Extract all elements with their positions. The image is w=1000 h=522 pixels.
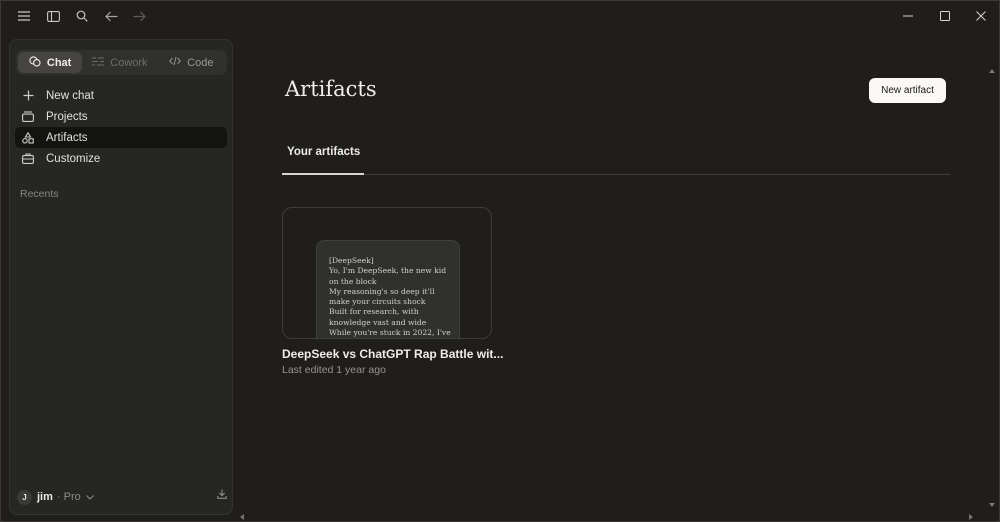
user-menu[interactable]: J jim · Pro bbox=[17, 488, 227, 506]
mode-cowork-label: Cowork bbox=[110, 56, 148, 69]
menu-icon[interactable] bbox=[15, 7, 33, 25]
customize-icon bbox=[21, 152, 35, 166]
preview-line: [DeepSeek] bbox=[329, 256, 374, 265]
search-icon[interactable] bbox=[73, 7, 91, 25]
user-plan: · Pro bbox=[56, 491, 81, 503]
preview-line: Yo, I'm DeepSeek, the new kid bbox=[329, 266, 447, 276]
tabs-divider bbox=[282, 174, 950, 175]
artifacts-icon bbox=[21, 131, 35, 145]
chat-icon bbox=[29, 55, 41, 70]
sidebar-item-projects[interactable]: Projects bbox=[15, 106, 227, 127]
close-icon[interactable] bbox=[970, 5, 992, 27]
sidebar-item-artifacts[interactable]: Artifacts bbox=[15, 127, 227, 148]
chevron-down-icon bbox=[85, 491, 94, 503]
plus-icon bbox=[21, 89, 35, 103]
sidebar-nav: New chat Projects Artifacts Customize bbox=[15, 85, 227, 169]
title-bar bbox=[1, 1, 1000, 31]
scroll-down-arrow-icon[interactable] bbox=[989, 503, 995, 507]
cowork-icon bbox=[92, 56, 105, 69]
page-title: Artifacts bbox=[285, 77, 377, 101]
scroll-right-arrow-icon[interactable] bbox=[969, 514, 973, 520]
sidebar-item-label: Projects bbox=[46, 110, 88, 123]
sidebar-item-new-chat[interactable]: New chat bbox=[15, 85, 227, 106]
artifact-last-edited: Last edited 1 year ago bbox=[282, 364, 386, 376]
preview-line: make your circuits shock bbox=[329, 297, 426, 307]
preview-line: Built for research, with bbox=[329, 307, 419, 317]
tab-your-artifacts[interactable]: Your artifacts bbox=[287, 146, 360, 158]
projects-icon bbox=[21, 110, 35, 124]
minimize-icon[interactable] bbox=[897, 5, 919, 27]
avatar: J bbox=[17, 489, 32, 505]
sidebar-toggle-icon[interactable] bbox=[44, 7, 62, 25]
back-arrow-icon[interactable] bbox=[102, 7, 120, 25]
recents-heading: Recents bbox=[20, 188, 59, 200]
sidebar-item-label: Customize bbox=[46, 152, 101, 165]
code-icon bbox=[169, 56, 182, 69]
mode-code-label: Code bbox=[187, 56, 214, 69]
preview-line: knowledge vast and wide bbox=[329, 317, 427, 327]
mode-cowork-button[interactable]: Cowork bbox=[84, 50, 155, 75]
sidebar-item-label: New chat bbox=[46, 89, 94, 102]
app-window: Chat Cowork Code New chat Projects Artif… bbox=[0, 0, 1000, 522]
download-icon[interactable] bbox=[217, 489, 227, 502]
preview-line: on the block bbox=[329, 276, 377, 286]
mode-chat-button[interactable]: Chat bbox=[18, 52, 83, 73]
forward-arrow-icon[interactable] bbox=[130, 7, 148, 25]
artifact-card-thumbnail[interactable]: [DeepSeek] Yo, I'm DeepSeek, the new kid… bbox=[282, 207, 492, 339]
preview-line: My reasoning's so deep it'll bbox=[329, 286, 435, 296]
preview-line: While you're stuck in 2022, I've bbox=[329, 328, 451, 338]
maximize-icon[interactable] bbox=[934, 5, 956, 27]
sidebar-item-customize[interactable]: Customize bbox=[15, 148, 227, 169]
active-tab-indicator bbox=[282, 173, 364, 175]
mode-switch: Chat Cowork Code bbox=[16, 50, 227, 75]
sidebar-item-label: Artifacts bbox=[46, 131, 88, 144]
scroll-left-arrow-icon[interactable] bbox=[240, 514, 244, 520]
scroll-up-arrow-icon[interactable] bbox=[989, 69, 995, 73]
artifact-preview: [DeepSeek] Yo, I'm DeepSeek, the new kid… bbox=[316, 240, 460, 338]
user-name: jim bbox=[37, 491, 53, 503]
mode-chat-label: Chat bbox=[46, 56, 72, 69]
new-artifact-button[interactable]: New artifact bbox=[869, 78, 946, 103]
sidebar: Chat Cowork Code New chat Projects Artif… bbox=[9, 39, 233, 515]
artifact-title[interactable]: DeepSeek vs ChatGPT Rap Battle wit... bbox=[282, 347, 503, 361]
mode-code-button[interactable]: Code bbox=[156, 50, 227, 75]
